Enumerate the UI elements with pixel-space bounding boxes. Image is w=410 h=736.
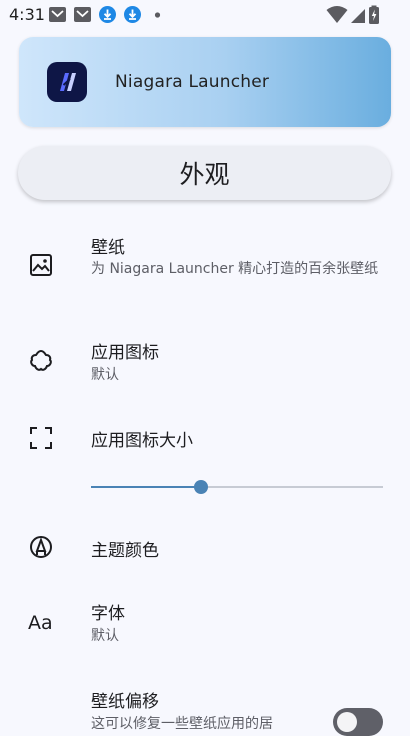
mail-notification-icon bbox=[74, 7, 91, 22]
setting-font[interactable]: Aa 字体 默认 bbox=[0, 590, 410, 650]
mail-notification-icon bbox=[49, 7, 66, 22]
niagara-logo-icon bbox=[47, 62, 87, 102]
signal-icon bbox=[351, 9, 365, 23]
icon-size-slider[interactable] bbox=[91, 480, 383, 494]
setting-wallpaper-subtitle: 为 Niagara Launcher 精心打造的百余张壁纸 bbox=[91, 261, 379, 277]
setting-wallpaper-offset-title: 壁纸偏移 bbox=[91, 692, 159, 712]
setting-app-icons-subtitle: 默认 bbox=[91, 367, 119, 383]
setting-icon-size-title: 应用图标大小 bbox=[91, 431, 193, 451]
slider-thumb[interactable] bbox=[194, 480, 209, 494]
setting-font-subtitle: 默认 bbox=[91, 628, 119, 644]
section-title-appearance: 外观 bbox=[18, 146, 391, 200]
flower-shape-icon bbox=[30, 349, 52, 371]
wallpaper-offset-toggle[interactable] bbox=[333, 708, 383, 736]
setting-wallpaper-title: 壁纸 bbox=[91, 238, 125, 258]
banner-app-name: Niagara Launcher bbox=[115, 72, 270, 92]
setting-theme-color[interactable]: 主题颜色 bbox=[0, 525, 410, 569]
status-right-icons bbox=[326, 5, 380, 25]
toggle-knob bbox=[337, 712, 357, 732]
notification-icons bbox=[48, 5, 167, 24]
wifi-icon bbox=[326, 6, 348, 23]
setting-app-icons[interactable]: 应用图标 默认 bbox=[0, 330, 410, 390]
setting-font-title: 字体 bbox=[91, 604, 125, 624]
more-notifications-dot-icon bbox=[154, 12, 161, 18]
image-icon bbox=[30, 254, 52, 276]
status-bar: 4:31 bbox=[0, 0, 410, 30]
status-time: 4:31 bbox=[9, 5, 45, 24]
download-notification-icon bbox=[99, 6, 116, 23]
battery-charging-icon bbox=[369, 5, 379, 24]
setting-theme-color-title: 主题颜色 bbox=[91, 541, 159, 561]
slider-active-track bbox=[91, 486, 202, 488]
setting-app-icons-title: 应用图标 bbox=[91, 343, 159, 363]
fullscreen-corners-icon bbox=[30, 427, 52, 449]
download-notification-icon bbox=[124, 6, 141, 23]
setting-wallpaper[interactable]: 壁纸 为 Niagara Launcher 精心打造的百余张壁纸 bbox=[0, 225, 410, 305]
font-aa-icon: Aa bbox=[28, 612, 53, 634]
app-banner[interactable]: Niagara Launcher bbox=[19, 37, 391, 127]
palette-pen-icon bbox=[30, 536, 52, 558]
